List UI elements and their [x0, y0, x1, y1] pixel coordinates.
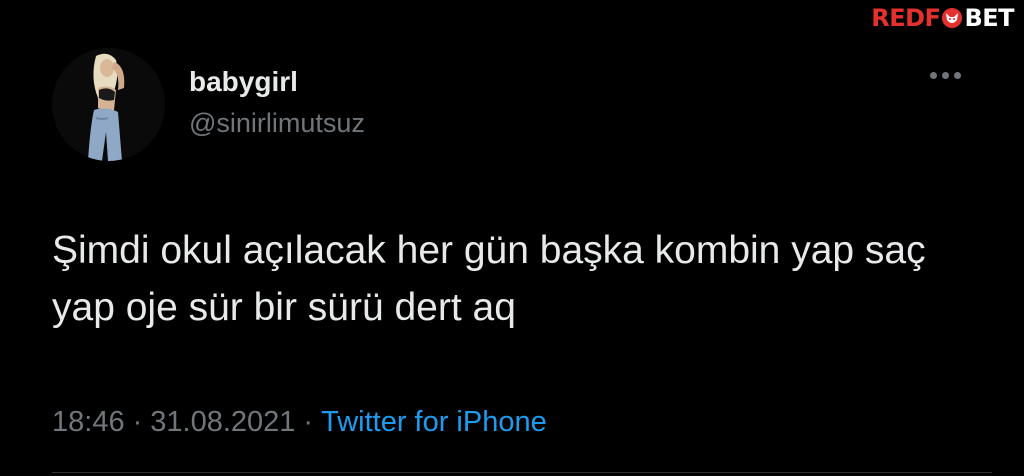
tweet-date[interactable]: 31.08.2021 — [150, 406, 295, 438]
more-dot — [930, 72, 937, 79]
tweet-time[interactable]: 18:46 — [52, 406, 125, 438]
more-dot — [954, 72, 961, 79]
meta-separator: · — [132, 406, 143, 438]
tweet-meta: 18:46 · 31.08.2021 · Twitter for iPhone — [52, 406, 547, 439]
fox-logo-icon — [942, 8, 963, 28]
redfoxbet-watermark: REDF BET — [871, 4, 1014, 32]
more-dot — [942, 72, 949, 79]
more-horizontal-icon[interactable] — [930, 72, 961, 79]
meta-separator: · — [303, 406, 314, 438]
tweet-source-link[interactable]: Twitter for iPhone — [321, 406, 547, 438]
user-handle[interactable]: @sinirlimutsuz — [189, 108, 365, 139]
watermark-text-white: BET — [964, 4, 1014, 32]
watermark-text-red: REDF — [871, 4, 941, 32]
avatar-photo — [52, 48, 165, 161]
tweet-text: Şimdi okul açılacak her gün başka kombin… — [52, 229, 926, 329]
display-name[interactable]: babygirl — [189, 66, 298, 98]
avatar[interactable] — [52, 48, 165, 161]
divider — [52, 472, 992, 473]
